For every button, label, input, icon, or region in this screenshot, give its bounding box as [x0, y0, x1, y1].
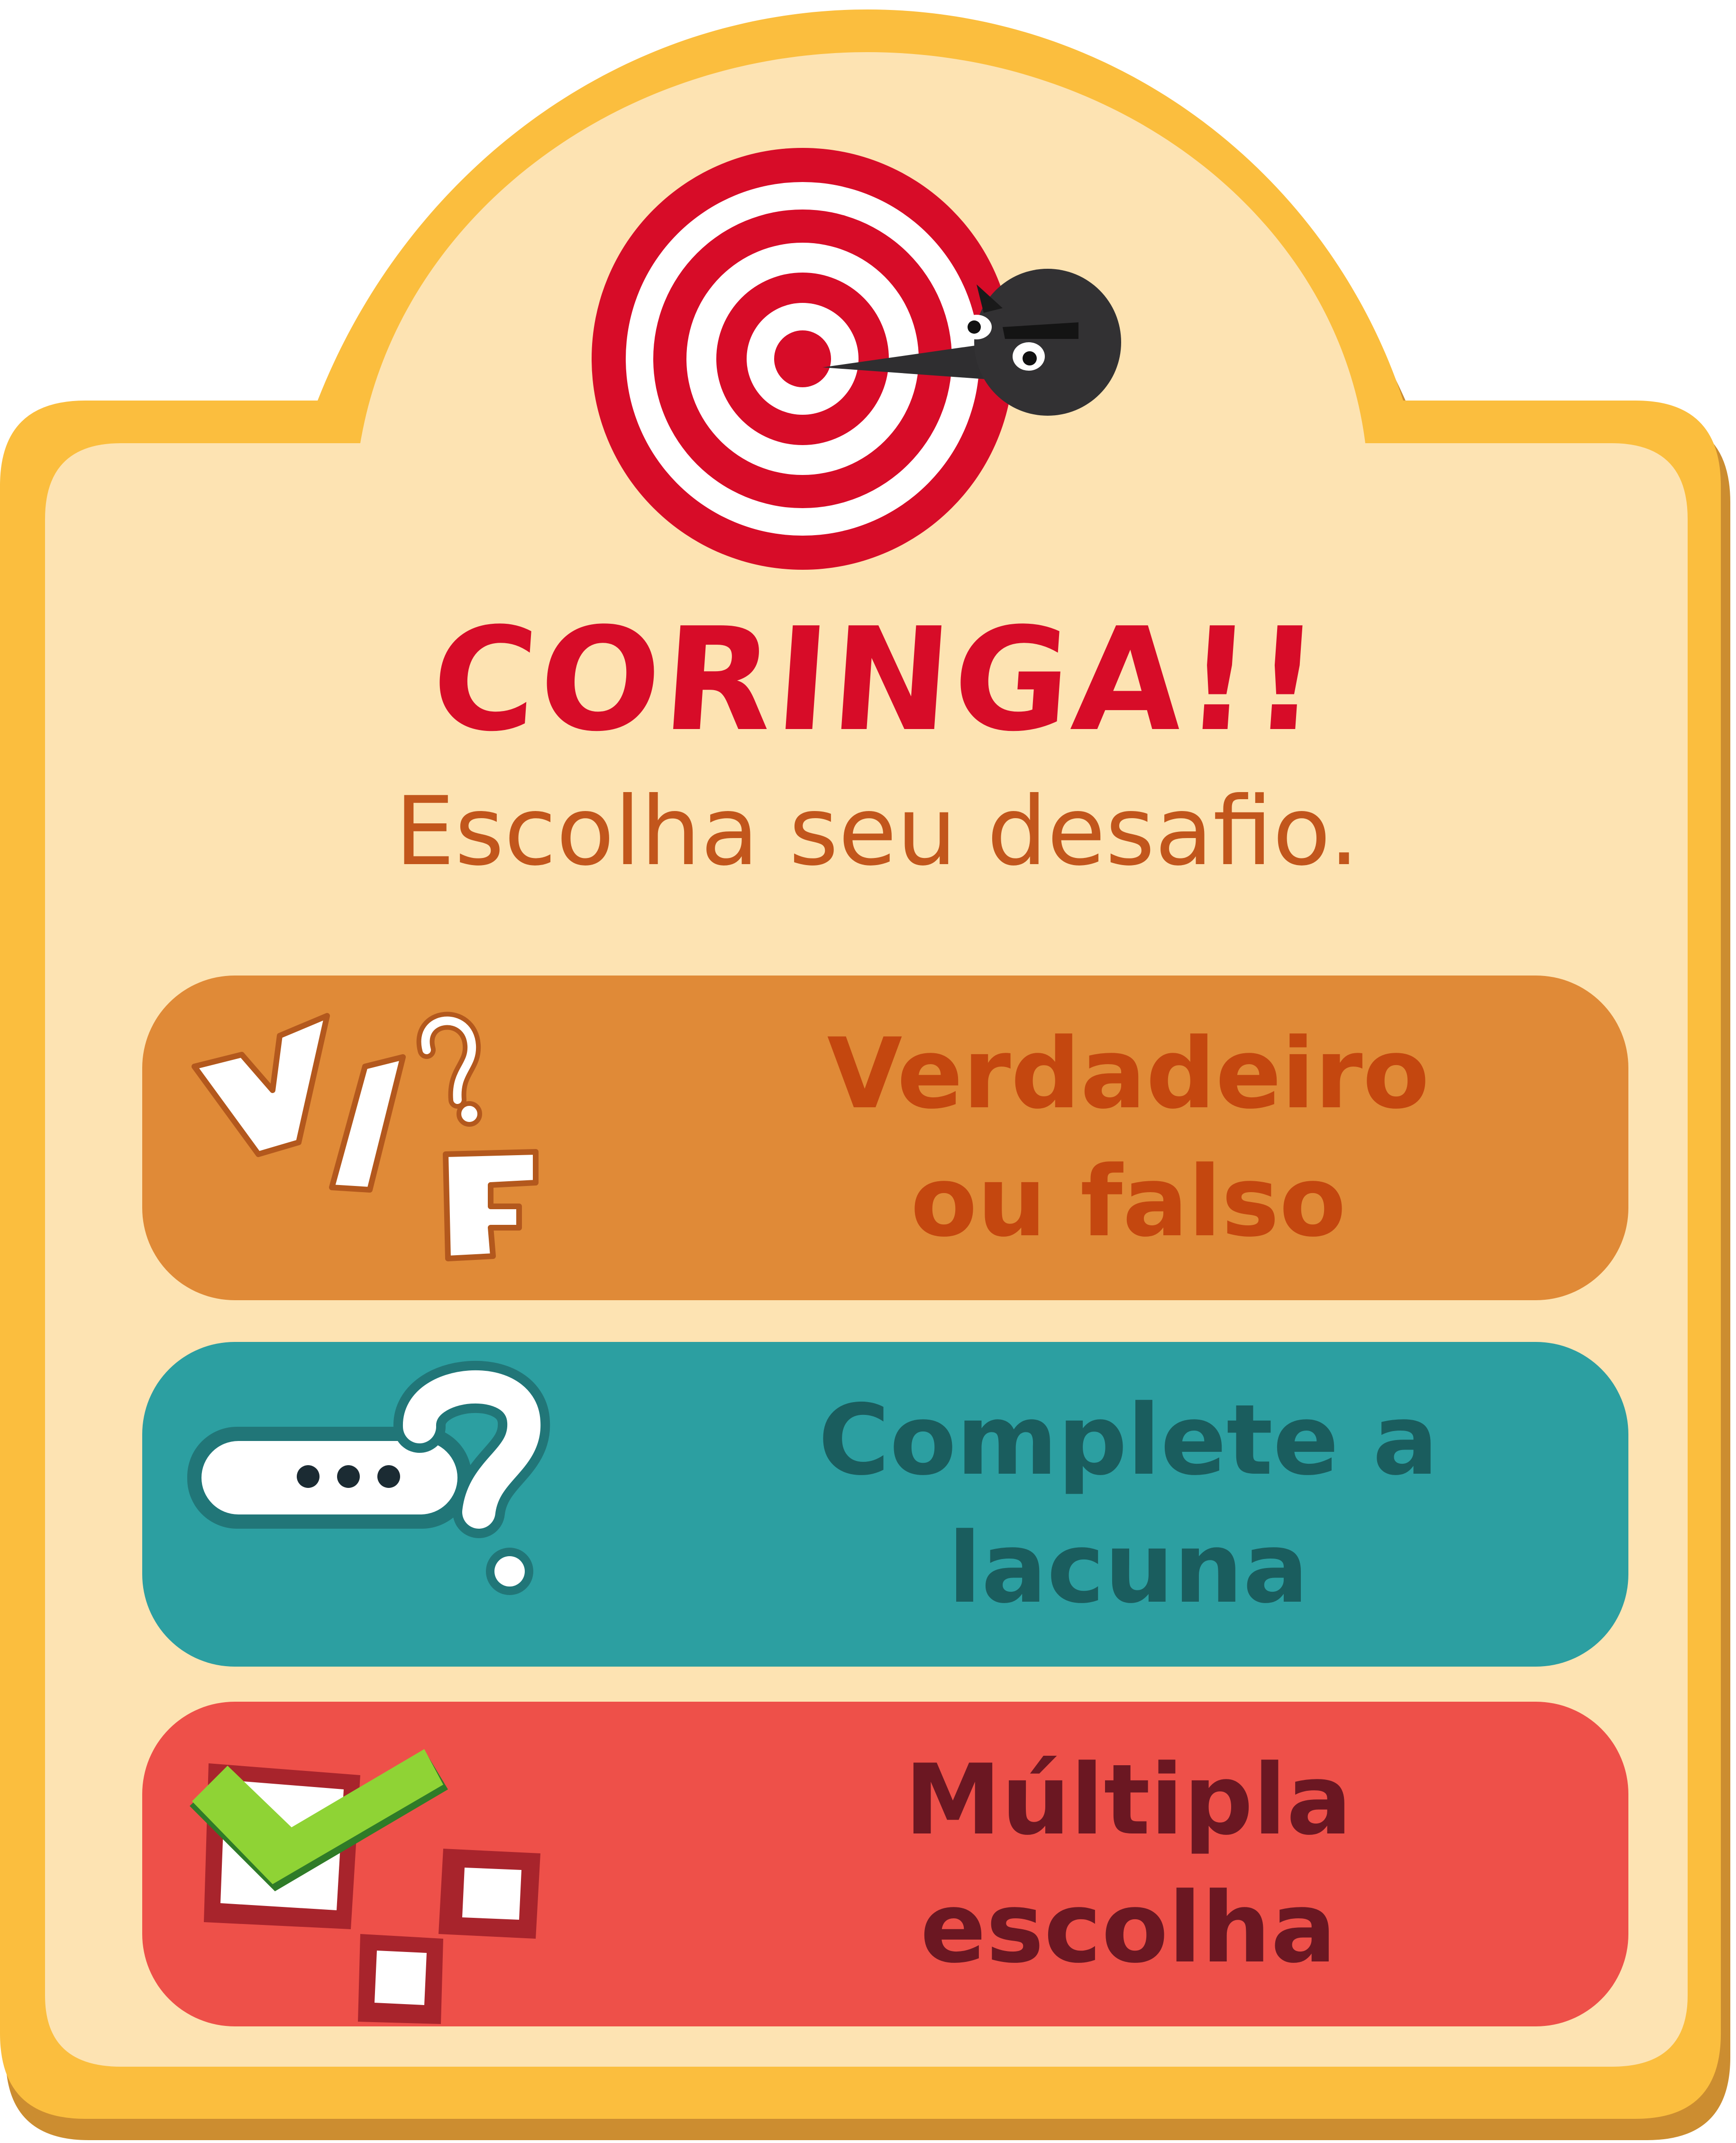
true-false-button[interactable]: Verdadeiro ou falso: [142, 976, 1628, 1300]
true-false-icon: [192, 1012, 539, 1261]
true-false-label-line1: Verdadeiro: [827, 1017, 1430, 1131]
multiple-choice-button[interactable]: Múltipla escolha: [142, 1702, 1628, 2026]
fill-blank-button[interactable]: Complete a lacuna: [142, 1342, 1628, 1667]
fill-blank-label-line1: Complete a: [818, 1384, 1438, 1497]
fill-blank-label-line2: lacuna: [948, 1512, 1309, 1625]
page-subtitle: Escolha seu desafio.: [394, 776, 1360, 887]
page-title: CORINGA!!: [427, 597, 1327, 763]
multiple-choice-label-line1: Múltipla: [905, 1743, 1352, 1857]
multiple-choice-icon: [190, 1749, 540, 2024]
true-false-label-line2: ou falso: [910, 1145, 1346, 1258]
multiple-choice-label-line2: escolha: [920, 1871, 1336, 1985]
fill-blank-icon: [187, 1360, 550, 1595]
